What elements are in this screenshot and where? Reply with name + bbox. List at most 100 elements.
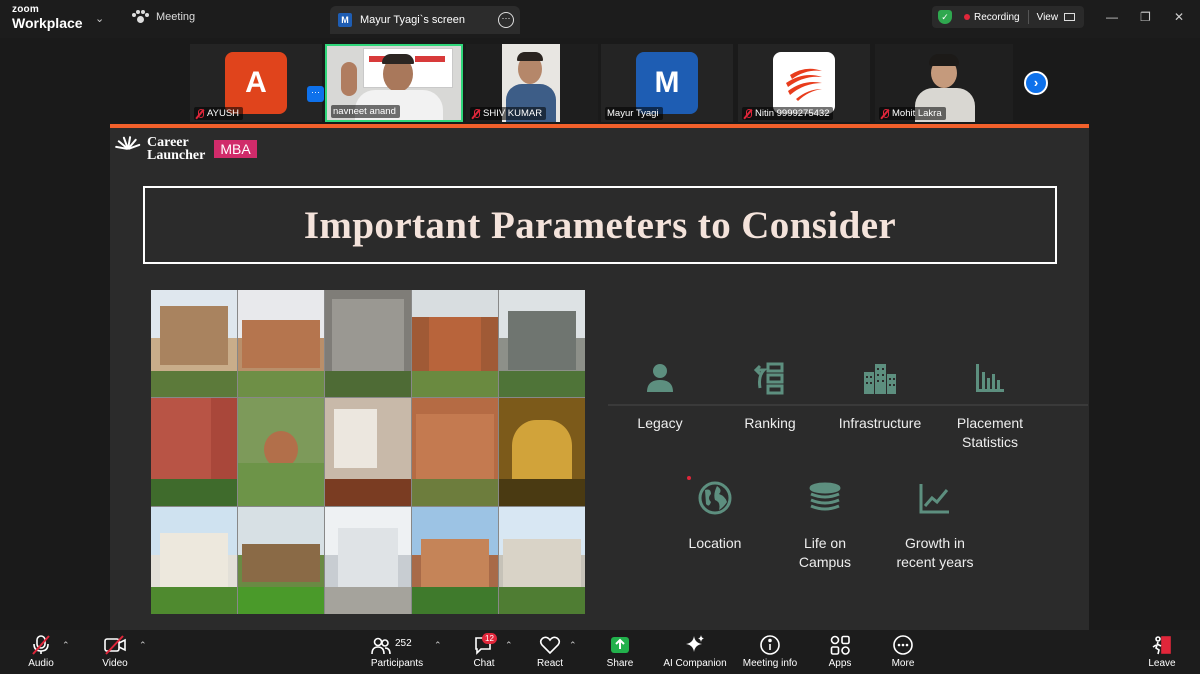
- title-bar: zoom Workplace ⌄ Meeting M Mayur Tyagi`s…: [0, 0, 1200, 38]
- participants-options-chevron-icon[interactable]: ⌃: [434, 640, 442, 651]
- participant-name: Nitin 9999275432: [755, 108, 830, 119]
- chevron-down-icon[interactable]: ⌄: [95, 12, 104, 25]
- apps-label: Apps: [828, 658, 852, 669]
- sharer-avatar-badge: M: [338, 13, 352, 27]
- meeting-label: Meeting: [156, 11, 196, 23]
- campus-photo: [499, 290, 585, 398]
- video-label: Video: [102, 658, 128, 669]
- shared-screen-tab[interactable]: M Mayur Tyagi`s screen ···: [330, 6, 520, 34]
- participant-tile[interactable]: A AYUSH: [190, 44, 322, 122]
- parameter-label: Campus: [798, 554, 852, 570]
- participant-name-tag: AYUSH: [194, 107, 244, 120]
- participants-label: Participants: [370, 658, 424, 669]
- audio-button[interactable]: Audio: [24, 634, 58, 669]
- tile-options-button[interactable]: ···: [307, 86, 324, 102]
- more-dots-icon: [886, 634, 920, 656]
- parameter-life-on-campus: Life on Campus: [770, 480, 880, 572]
- parameter-label: Legacy: [637, 415, 683, 431]
- mic-muted-icon: [744, 108, 752, 119]
- participant-tile-active[interactable]: navneet anand: [325, 44, 463, 122]
- more-button[interactable]: More: [886, 634, 920, 669]
- mic-muted-icon: [472, 108, 480, 119]
- parameter-label: Ranking: [744, 415, 796, 431]
- campus-photo: [325, 290, 411, 398]
- parameter-label: Life on: [803, 535, 847, 551]
- parameter-infrastructure: Infrastructure: [825, 360, 935, 433]
- grid-view-icon[interactable]: [1064, 13, 1076, 21]
- chat-button[interactable]: 12 Chat: [468, 633, 500, 669]
- share-label: Share: [606, 658, 634, 669]
- globe-icon: [697, 480, 733, 516]
- restore-icon[interactable]: ❐: [1140, 10, 1151, 24]
- participant-tile[interactable]: SHIV KUMAR: [466, 44, 598, 122]
- react-button[interactable]: React: [534, 634, 566, 669]
- pointer-dot: [687, 476, 691, 480]
- campus-photo-collage: [151, 290, 585, 614]
- apps-button[interactable]: Apps: [824, 634, 856, 669]
- meeting-controls-toolbar: Audio ⌃ Video ⌃ 252 Participants ⌃ 12 Ch…: [0, 630, 1200, 674]
- participant-name-tag: Mohit Lakra: [879, 107, 946, 120]
- parameter-ranking: Ranking: [715, 360, 825, 433]
- zoom-workplace-logo[interactable]: zoom Workplace: [12, 5, 83, 31]
- campus-photo: [412, 290, 498, 398]
- sparkle-icon: [662, 634, 728, 656]
- campus-photo: [325, 398, 411, 506]
- brand-large-text: Workplace: [12, 15, 83, 31]
- apps-icon: [824, 634, 856, 656]
- next-page-chevron-icon[interactable]: ›: [1024, 71, 1048, 95]
- shared-screen-slide: Career Launcher MBA Important Parameters…: [110, 124, 1089, 630]
- react-options-chevron-icon[interactable]: ⌃: [569, 640, 577, 651]
- more-options-icon[interactable]: ···: [498, 12, 514, 28]
- campus-photo: [499, 506, 585, 614]
- video-options-chevron-icon[interactable]: ⌃: [139, 640, 147, 651]
- avatar: M: [636, 52, 698, 114]
- participant-tile[interactable]: Mohit Lakra: [875, 44, 1013, 122]
- ai-companion-label: AI Companion: [663, 658, 727, 669]
- slide-title-box: Important Parameters to Consider: [143, 186, 1057, 264]
- more-label: More: [891, 658, 915, 669]
- campus-photo: [238, 290, 324, 398]
- parameter-label: Location: [688, 535, 742, 551]
- video-button[interactable]: Video: [98, 634, 132, 669]
- participant-name-tag: Mayur Tyagi: [605, 107, 663, 120]
- campus-photo: [412, 398, 498, 506]
- campus-photo: [412, 506, 498, 614]
- ai-companion-button[interactable]: AI Companion: [662, 634, 728, 669]
- view-button[interactable]: View: [1037, 12, 1059, 23]
- minimize-icon[interactable]: —: [1106, 10, 1118, 24]
- participant-name: SHIV KUMAR: [483, 108, 543, 119]
- participants-button[interactable]: 252 Participants: [368, 634, 426, 669]
- parameter-placement-statistics: Placement Statistics: [935, 360, 1045, 452]
- participants-icon: 252: [371, 634, 423, 656]
- recording-status-group: ✓ Recording View: [932, 6, 1084, 28]
- campus-photo: [151, 506, 237, 614]
- parameter-label: recent years: [896, 554, 974, 570]
- meeting-menu-button[interactable]: Meeting: [132, 10, 195, 24]
- meeting-info-label: Meeting info: [742, 658, 798, 669]
- person-icon: [642, 360, 678, 396]
- parameter-label: Infrastructure: [838, 415, 922, 431]
- participant-tile[interactable]: Nitin 9999275432: [738, 44, 870, 122]
- recording-dot-icon: [964, 14, 970, 20]
- audio-options-chevron-icon[interactable]: ⌃: [62, 640, 70, 651]
- close-icon[interactable]: ✕: [1174, 10, 1184, 24]
- recording-label[interactable]: Recording: [974, 12, 1020, 23]
- meeting-info-button[interactable]: Meeting info: [740, 634, 800, 669]
- stack-icon: [807, 480, 843, 516]
- participant-tile[interactable]: M Mayur Tyagi: [601, 44, 733, 122]
- chat-label: Chat: [473, 658, 495, 669]
- chat-options-chevron-icon[interactable]: ⌃: [505, 640, 513, 651]
- campus-photo: [238, 506, 324, 614]
- shared-screen-label: Mayur Tyagi`s screen: [360, 14, 465, 26]
- security-shield-icon[interactable]: ✓: [938, 10, 952, 24]
- participant-name: Mohit Lakra: [892, 108, 942, 119]
- bar-chart-icon: [972, 360, 1008, 396]
- leave-button[interactable]: Leave: [1146, 634, 1178, 669]
- career-launcher-logo: Career Launcher MBA: [114, 136, 257, 163]
- react-label: React: [536, 658, 564, 669]
- logo-line-2: Launcher: [147, 148, 206, 163]
- participant-video-strip: A AYUSH navneet anand ··· SHIV KUMAR M M…: [0, 38, 1200, 124]
- share-button[interactable]: Share: [604, 634, 636, 669]
- participant-name-tag: Nitin 9999275432: [742, 107, 834, 120]
- campus-photo: [238, 398, 324, 506]
